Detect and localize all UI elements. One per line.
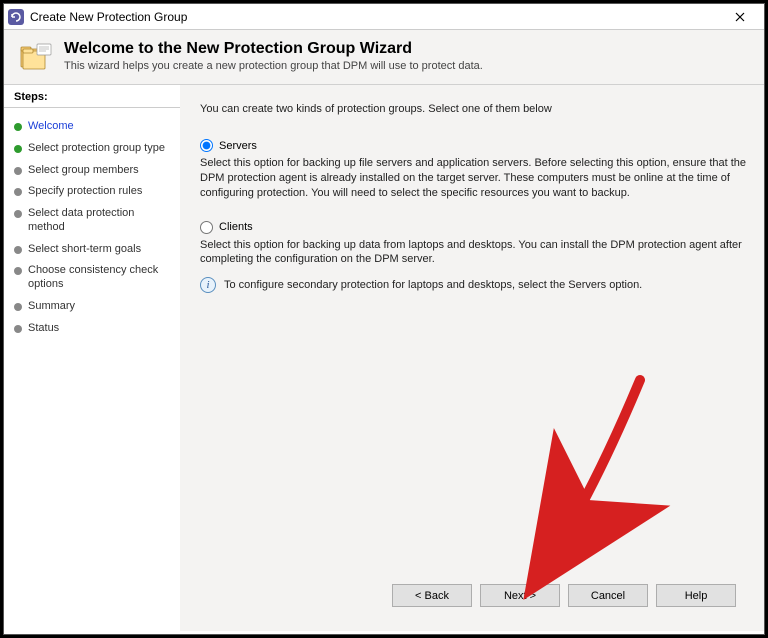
radio-servers[interactable] <box>200 139 213 152</box>
step-label: Select group members <box>28 164 139 178</box>
step-label: Select data protection method <box>28 207 170 235</box>
option-clients-label: Clients <box>219 221 253 233</box>
info-icon: i <box>200 277 216 293</box>
step-summary[interactable]: Summary <box>4 296 180 318</box>
step-label: Specify protection rules <box>28 185 142 199</box>
titlebar: Create New Protection Group <box>4 4 764 30</box>
next-button[interactable]: Next > <box>480 584 560 607</box>
bullet-icon <box>14 167 22 175</box>
info-text: To configure secondary protection for la… <box>224 277 642 291</box>
bullet-icon <box>14 246 22 254</box>
wizard-subtitle: This wizard helps you create a new prote… <box>64 60 483 72</box>
step-label: Status <box>28 322 59 336</box>
step-select-group-type[interactable]: Select protection group type <box>4 138 180 160</box>
steps-sidebar: Steps: Welcome Select protection group t… <box>4 85 180 631</box>
step-label: Select short-term goals <box>28 243 141 257</box>
cancel-button[interactable]: Cancel <box>568 584 648 607</box>
step-status[interactable]: Status <box>4 318 180 340</box>
wizard-title: Welcome to the New Protection Group Wiza… <box>64 40 483 58</box>
button-bar: < Back Next > Cancel Help <box>200 574 750 621</box>
bullet-icon <box>14 123 22 131</box>
option-servers-desc: Select this option for backing up file s… <box>200 156 750 201</box>
bullet-icon <box>14 145 22 153</box>
step-label: Choose consistency check options <box>28 264 170 292</box>
close-icon <box>735 12 745 22</box>
bullet-icon <box>14 267 22 275</box>
help-button[interactable]: Help <box>656 584 736 607</box>
back-button[interactable]: < Back <box>392 584 472 607</box>
wizard-icon <box>20 42 52 72</box>
bullet-icon <box>14 303 22 311</box>
step-specify-protection-rules[interactable]: Specify protection rules <box>4 181 180 203</box>
option-servers-row[interactable]: Servers <box>200 139 750 152</box>
option-clients-desc: Select this option for backing up data f… <box>200 238 750 268</box>
step-label: Welcome <box>28 120 74 134</box>
app-icon <box>8 9 24 25</box>
bullet-icon <box>14 188 22 196</box>
option-clients-row[interactable]: Clients <box>200 221 750 234</box>
intro-text: You can create two kinds of protection g… <box>200 103 750 115</box>
step-welcome[interactable]: Welcome <box>4 116 180 138</box>
step-label: Select protection group type <box>28 142 165 156</box>
steps-heading: Steps: <box>4 89 180 108</box>
step-label: Summary <box>28 300 75 314</box>
step-select-data-protection-method[interactable]: Select data protection method <box>4 203 180 239</box>
wizard-header: Welcome to the New Protection Group Wiza… <box>4 30 764 85</box>
option-servers-label: Servers <box>219 140 257 152</box>
bullet-icon <box>14 325 22 333</box>
window-title: Create New Protection Group <box>30 10 720 24</box>
radio-clients[interactable] <box>200 221 213 234</box>
step-select-group-members[interactable]: Select group members <box>4 160 180 182</box>
bullet-icon <box>14 210 22 218</box>
info-row: i To configure secondary protection for … <box>200 277 750 293</box>
step-choose-consistency-check-options[interactable]: Choose consistency check options <box>4 260 180 296</box>
step-select-short-term-goals[interactable]: Select short-term goals <box>4 239 180 261</box>
main-panel: You can create two kinds of protection g… <box>180 85 764 631</box>
close-button[interactable] <box>720 6 760 28</box>
